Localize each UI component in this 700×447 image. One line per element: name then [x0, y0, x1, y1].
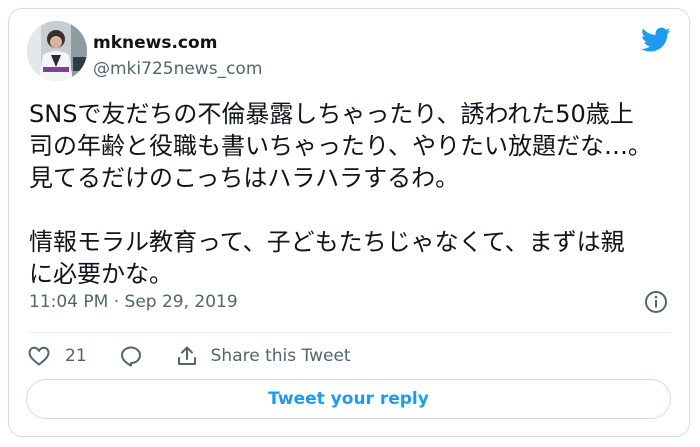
user-handle[interactable]: @mki725news_com — [93, 59, 262, 79]
tweet-timestamp[interactable]: 11:04 PM · Sep 29, 2019 — [29, 292, 238, 312]
share-tweet-button[interactable]: Share this Tweet — [175, 344, 351, 368]
share-arrow-icon — [177, 346, 196, 365]
avatar-image — [27, 21, 87, 81]
tweet-text: SNSで友だちの不倫暴露しちゃったり、誘われた50歳上 司の年齢と役職も書いちゃ… — [29, 100, 653, 288]
display-name[interactable]: mknews.com — [93, 33, 217, 53]
heart-icon — [28, 346, 50, 366]
speech-bubble-icon — [120, 346, 141, 367]
action-bar: 21 Share this Tweet — [27, 341, 351, 371]
twitter-bird-icon[interactable] — [641, 27, 671, 53]
tweet-your-reply-button[interactable]: Tweet your reply — [26, 379, 671, 419]
info-icon[interactable] — [644, 290, 668, 314]
reply-button[interactable] — [119, 344, 143, 368]
avatar[interactable] — [27, 21, 87, 81]
like-count: 21 — [65, 346, 87, 366]
like-button[interactable]: 21 — [27, 344, 87, 368]
divider — [29, 332, 669, 333]
tweet-card: mknews.com @mki725news_com SNSで友だちの不倫暴露し… — [8, 8, 690, 437]
share-label: Share this Tweet — [210, 346, 351, 366]
